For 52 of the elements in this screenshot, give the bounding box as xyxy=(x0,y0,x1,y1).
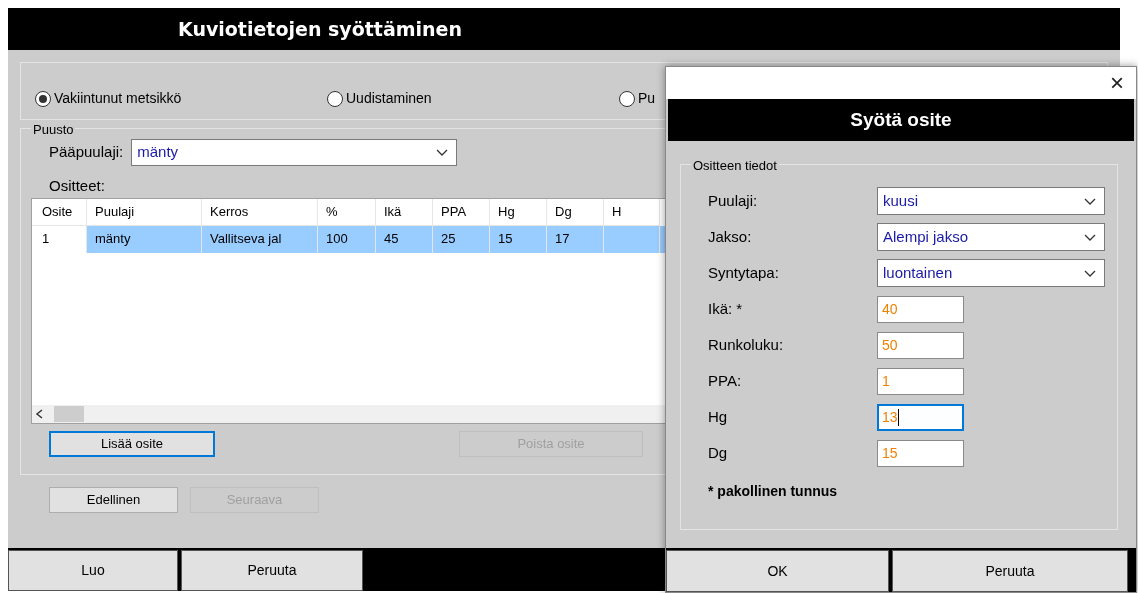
column-header[interactable]: Hg xyxy=(490,198,547,226)
column-header[interactable]: Osite xyxy=(32,198,87,226)
note-text: * pakollinen tunnus xyxy=(708,482,839,501)
field-label: Hg xyxy=(708,406,729,427)
radio-label[interactable]: Uudistaminen xyxy=(346,88,432,109)
table-cell: 15 xyxy=(490,225,547,253)
table-cell: 100 xyxy=(318,225,376,253)
table-cell: 25 xyxy=(433,225,490,253)
dropdown[interactable]: Alempi jakso xyxy=(877,223,1105,251)
chevron-down-icon xyxy=(436,149,449,156)
table-cell: 45 xyxy=(376,225,433,253)
radio-button[interactable] xyxy=(619,90,635,107)
column-header[interactable]: Dg xyxy=(547,198,604,226)
button[interactable]: Edellinen xyxy=(49,487,178,513)
table-cell: 17 xyxy=(547,225,604,253)
column-header[interactable]: Ikä xyxy=(376,198,433,226)
dropdown[interactable]: luontainen xyxy=(877,259,1105,287)
window-title: Kuviotietojen syöttäminen xyxy=(178,16,462,42)
column-header[interactable]: Puulaji xyxy=(87,198,202,226)
chevron-down-icon xyxy=(1084,269,1096,277)
field-label: Jakso: xyxy=(708,226,753,247)
dropdown[interactable]: kuusi xyxy=(877,187,1105,215)
field-label: PPA: xyxy=(708,370,743,391)
column-header[interactable]: Kerros xyxy=(202,198,318,226)
table-cell: Vallitseva jal xyxy=(202,225,318,253)
field-label: Dg xyxy=(708,442,729,463)
field-label: Puulaji: xyxy=(708,190,759,211)
column-header[interactable]: H xyxy=(604,198,660,226)
radio-label[interactable]: Vakiintunut metsikkö xyxy=(54,88,182,109)
button[interactable]: Peruuta xyxy=(892,550,1128,592)
dialog-title: Syötä osite xyxy=(668,99,1134,141)
field-label: Ikä: * xyxy=(708,298,744,319)
text-cursor xyxy=(897,408,899,426)
scroll-thumb[interactable] xyxy=(54,405,84,422)
button[interactable]: OK xyxy=(666,550,889,592)
radio-button[interactable] xyxy=(35,90,51,107)
field-label: Syntytapa: xyxy=(708,262,780,283)
field-label: Pääpuulaji: xyxy=(49,142,124,163)
button[interactable]: Peruuta xyxy=(181,550,363,591)
section-label: Ositteet: xyxy=(48,176,106,196)
button[interactable]: Lisää osite xyxy=(49,430,215,457)
chevron-down-icon xyxy=(1084,233,1096,241)
column-header[interactable]: PPA xyxy=(433,198,490,226)
radio-label[interactable]: Pu xyxy=(638,88,656,109)
button[interactable]: Luo xyxy=(8,550,178,591)
field-label: Runkoluku: xyxy=(708,334,785,355)
table-cell: mänty xyxy=(87,225,202,253)
radio-button[interactable] xyxy=(327,90,343,107)
chevron-down-icon xyxy=(1084,197,1096,205)
column-header[interactable]: % xyxy=(318,198,376,226)
close-button[interactable]: × xyxy=(1110,71,1124,95)
species-dropdown[interactable]: mänty xyxy=(131,139,458,166)
